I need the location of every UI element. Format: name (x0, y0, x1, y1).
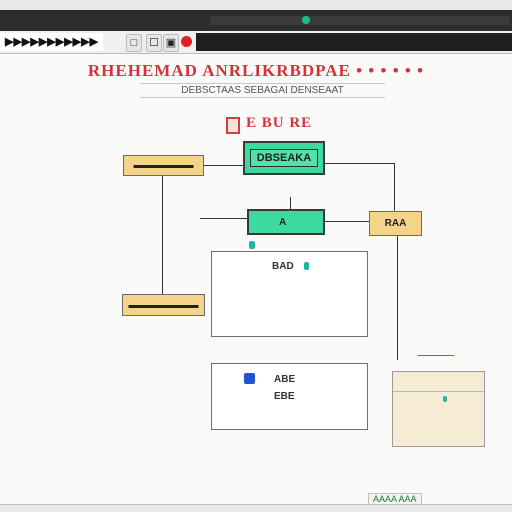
page-subtitle: DEBSCTAAS SEBAGAI DENSEAAT (140, 83, 385, 98)
connector-line (204, 165, 244, 166)
node-left-lower-label: ▬▬▬▬▬▬▬ (128, 299, 199, 311)
node-middle-green[interactable]: A (247, 209, 325, 235)
record-icon[interactable] (181, 36, 192, 47)
diagram-panel-lower[interactable]: ABE EBE (211, 363, 368, 430)
connector-line (162, 176, 163, 294)
connector-line (200, 218, 247, 219)
connector-line (397, 236, 398, 360)
panel-lower-label-2: EBE (274, 391, 295, 402)
side-panel-divider (393, 391, 484, 392)
address-bar[interactable] (0, 10, 512, 31)
node-right-label: RAA (384, 218, 407, 229)
panel-lower-label-1: ABE (274, 374, 296, 385)
section-label: E BU RE (246, 115, 313, 131)
node-top-left-label: ▬▬▬▬▬▬ (133, 160, 194, 171)
toolbar-button-2[interactable]: ☐ (146, 34, 162, 52)
node-right[interactable]: RAA (369, 211, 422, 236)
connector-line (325, 221, 369, 222)
page-title: RHEHEMAD ANRLIKRBDPAE • • • • • • (87, 61, 425, 80)
connector-line (325, 163, 395, 164)
toolbar-dark-area (196, 33, 512, 51)
url-field[interactable] (210, 16, 510, 25)
teal-marker-icon (249, 241, 255, 249)
connector-line (418, 355, 454, 356)
node-middle-green-label: A (279, 216, 287, 228)
section-marker-icon (226, 117, 240, 134)
toolbar-button-1[interactable]: □ (126, 34, 142, 52)
connection-status-icon (302, 16, 310, 24)
blue-marker-icon (244, 373, 255, 384)
window-title-strip (0, 0, 512, 10)
node-left-lower[interactable]: ▬▬▬▬▬▬▬ (122, 294, 205, 316)
app-window: ▶▶▶▶▶▶▶▶▶▶▶ □ ☐ ▣ RHEHEMAD ANRLIKRBDPAE … (0, 0, 512, 512)
node-top-left[interactable]: ▬▬▬▬▬▬ (123, 155, 204, 176)
panel-upper-label: BAD (272, 261, 294, 272)
toolbar-button-3[interactable]: ▣ (163, 34, 179, 52)
teal-marker-icon (443, 396, 447, 402)
connector-line (394, 163, 395, 211)
teal-marker-icon (304, 262, 309, 270)
toolbar: ▶▶▶▶▶▶▶▶▶▶▶ □ ☐ ▣ (0, 31, 512, 54)
connector-line (290, 197, 291, 209)
node-top-green[interactable]: DBSEAKA (243, 141, 325, 175)
diagram-panel-upper[interactable]: BAD (211, 251, 368, 337)
side-panel[interactable] (392, 371, 485, 447)
node-top-green-label: DBSEAKA (249, 149, 319, 167)
toolbar-title: ▶▶▶▶▶▶▶▶▶▶▶ (0, 33, 104, 51)
status-bar (0, 504, 512, 512)
